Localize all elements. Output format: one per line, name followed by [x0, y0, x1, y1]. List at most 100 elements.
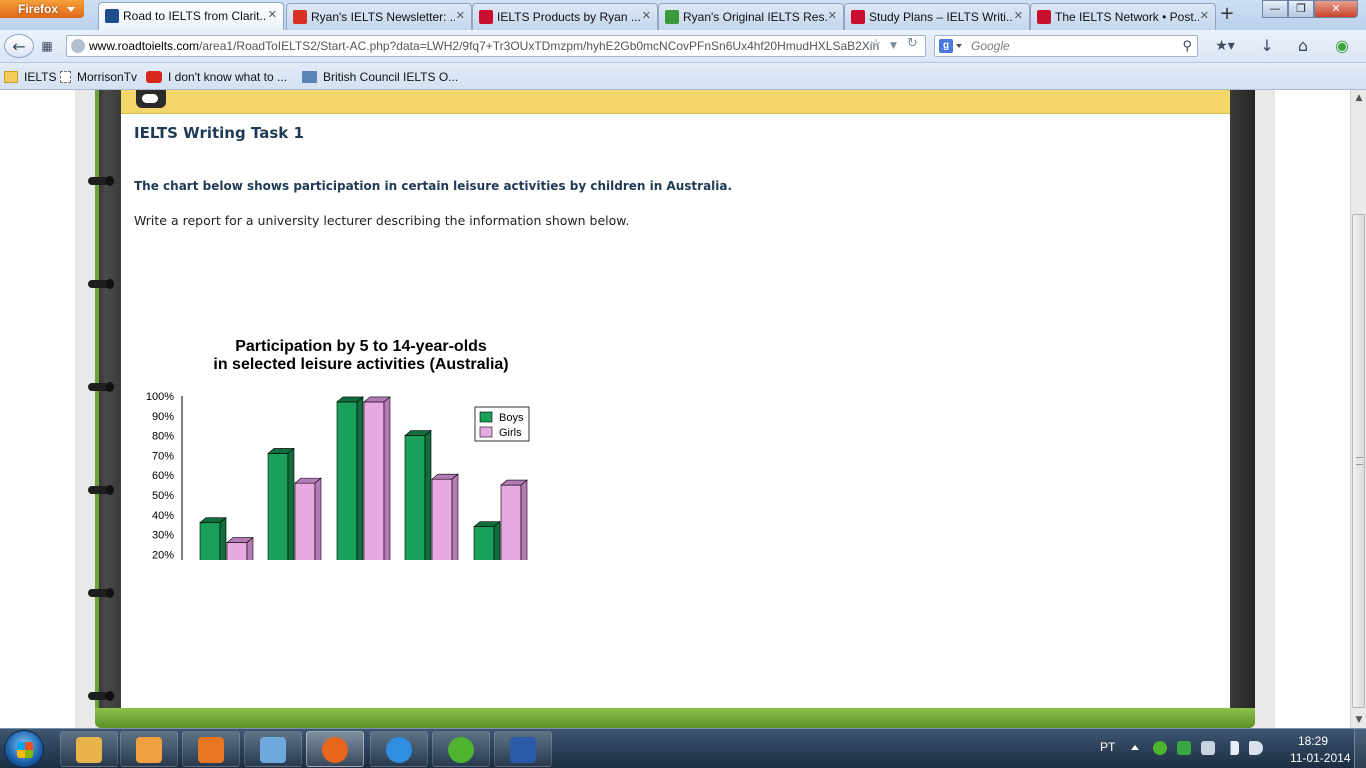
back-arrow-icon: ←: [12, 37, 26, 56]
search-input[interactable]: g Google ⚲: [934, 35, 1198, 57]
language-indicator[interactable]: PT: [1100, 740, 1115, 754]
chart-title: Participation by 5 to 14-year-olds: [235, 338, 487, 355]
internet-explorer-app[interactable]: [370, 731, 428, 767]
network-signal-icon[interactable]: [1225, 741, 1239, 755]
back-button[interactable]: ←: [4, 34, 34, 58]
y-tick-label: 20%: [152, 549, 174, 560]
office-app[interactable]: [182, 731, 240, 767]
word-app[interactable]: [494, 731, 552, 767]
browser-tab[interactable]: Road to IELTS from Clarit... ✕: [98, 2, 284, 31]
tab-close-icon[interactable]: ✕: [642, 9, 651, 22]
browser-tab[interactable]: Study Plans – IELTS Writi... ✕: [844, 3, 1030, 30]
bookmark-ielts[interactable]: IELTS: [4, 70, 56, 84]
browser-tab[interactable]: Ryan's IELTS Newsletter: ... ✕: [286, 3, 472, 30]
bar-girls-4: [500, 479, 528, 560]
history-button[interactable]: ▦: [38, 34, 56, 58]
scroll-thumb[interactable]: [1352, 214, 1365, 708]
bar-front: [294, 482, 316, 560]
downloads-icon[interactable]: ↓: [1256, 34, 1278, 58]
bar-front: [226, 542, 248, 560]
start-button[interactable]: [4, 730, 44, 768]
tab-close-icon[interactable]: ✕: [456, 9, 465, 22]
tab-bar: Firefox Road to IELTS from Clarit... ✕ Rya…: [0, 0, 1366, 31]
windows-taskbar: PT 18:29 11-01-2014: [0, 728, 1366, 768]
device-tray-icon[interactable]: [1201, 741, 1215, 755]
url-dropdown-icon[interactable]: ▼: [890, 41, 897, 51]
office-icon: [198, 737, 224, 763]
notebook-right-edge: [1230, 90, 1255, 710]
green-tray-icon[interactable]: [1177, 741, 1191, 755]
task-intro: The chart below shows participation in c…: [134, 179, 733, 193]
y-tick-label: 90%: [152, 411, 174, 423]
header-strip: [121, 90, 1230, 114]
search-placeholder: Google: [971, 39, 1010, 53]
addon-icon[interactable]: ◉: [1330, 34, 1354, 58]
tab-close-icon[interactable]: ✕: [1200, 9, 1209, 22]
show-desktop-button[interactable]: [1354, 729, 1366, 768]
url-domain: www.roadtoielts.com: [89, 39, 200, 53]
bookmark-british-council[interactable]: British Council IELTS O...: [302, 70, 458, 84]
browser-tab[interactable]: Ryan's Original IELTS Res... ✕: [658, 3, 844, 30]
bookmark-youtube[interactable]: I don't know what to ...: [146, 70, 287, 84]
explorer-app[interactable]: [60, 731, 118, 767]
vertical-scrollbar[interactable]: ▲ ▼: [1350, 90, 1366, 728]
utorrent-app[interactable]: [432, 731, 490, 767]
maximize-button[interactable]: ❐: [1288, 0, 1314, 18]
window-close-button[interactable]: ✕: [1314, 0, 1358, 18]
bar-side: [451, 473, 459, 560]
legend-label: Girls: [499, 427, 522, 439]
scroll-down-icon[interactable]: ▼: [1351, 712, 1366, 728]
firefox-menu-button[interactable]: Firefox: [0, 0, 84, 18]
bookmark-star-icon[interactable]: ☆: [870, 37, 882, 52]
google-icon: g: [939, 39, 953, 53]
bar-boys-0: [199, 517, 227, 560]
home-icon[interactable]: ⌂: [1292, 34, 1314, 58]
close-icon: ✕: [1331, 2, 1341, 15]
utorrent-tray-icon[interactable]: [1153, 741, 1167, 755]
utorrent-icon: [448, 737, 474, 763]
browser-tab[interactable]: The IELTS Network • Post... ✕: [1030, 3, 1216, 30]
page-content: IELTS Writing Task 1 The chart below sho…: [0, 90, 1350, 728]
favicon-icon: [851, 10, 865, 24]
navigation-toolbar: ← ▦ www.roadtoielts.com/area1/RoadToIELT…: [0, 30, 1366, 63]
bar-side: [520, 479, 528, 560]
new-tab-button[interactable]: +: [1216, 4, 1238, 26]
photo-app[interactable]: [244, 731, 302, 767]
show-hidden-icons-icon[interactable]: [1131, 745, 1139, 750]
bookmarks-menu-icon[interactable]: ★▾: [1210, 34, 1240, 58]
firefox-menu-label: Firefox: [18, 2, 59, 16]
browser-tab[interactable]: IELTS Products by Ryan ... ✕: [472, 3, 658, 30]
y-tick-label: 40%: [152, 510, 174, 522]
bar-girls-2: [363, 396, 391, 560]
tab-label: IELTS Products by Ryan ...: [497, 10, 641, 24]
clock-time[interactable]: 18:29: [1298, 734, 1328, 748]
url-bar[interactable]: www.roadtoielts.com/area1/RoadToIELTS2/S…: [66, 35, 926, 57]
media-player-app[interactable]: [120, 731, 178, 767]
task-instruction: Write a report for a university lecturer…: [134, 213, 630, 228]
bookmark-morrisontv[interactable]: MorrisonTv: [60, 70, 137, 84]
bar-girls-1: [294, 477, 322, 560]
tab-label: Road to IELTS from Clarit...: [123, 9, 267, 23]
bar-boys-4: [473, 521, 501, 560]
tab-close-icon[interactable]: ✕: [1014, 9, 1023, 22]
firefox-app[interactable]: [306, 731, 364, 767]
search-icon[interactable]: ⚲: [1182, 36, 1192, 56]
search-engine-dropdown-icon: [956, 44, 962, 48]
tab-close-icon[interactable]: ✕: [268, 8, 277, 21]
favicon-icon: [479, 10, 493, 24]
tab-close-icon[interactable]: ✕: [828, 9, 837, 22]
minimize-button[interactable]: —: [1262, 0, 1288, 18]
clock-date[interactable]: 11-01-2014: [1290, 751, 1351, 765]
scroll-up-icon[interactable]: ▲: [1351, 90, 1366, 106]
minimize-icon: —: [1269, 2, 1281, 15]
y-tick-label: 70%: [152, 450, 174, 462]
reload-icon[interactable]: ↻: [907, 36, 918, 51]
favicon-icon: [105, 9, 119, 23]
favicon-icon: [665, 10, 679, 24]
y-tick-label: 60%: [152, 470, 174, 482]
y-tick-label: 100%: [146, 391, 174, 403]
bar-boys-1: [267, 447, 295, 560]
volume-icon[interactable]: [1249, 741, 1263, 755]
binder-ring-icon: [88, 485, 114, 495]
bar-front: [473, 526, 495, 560]
